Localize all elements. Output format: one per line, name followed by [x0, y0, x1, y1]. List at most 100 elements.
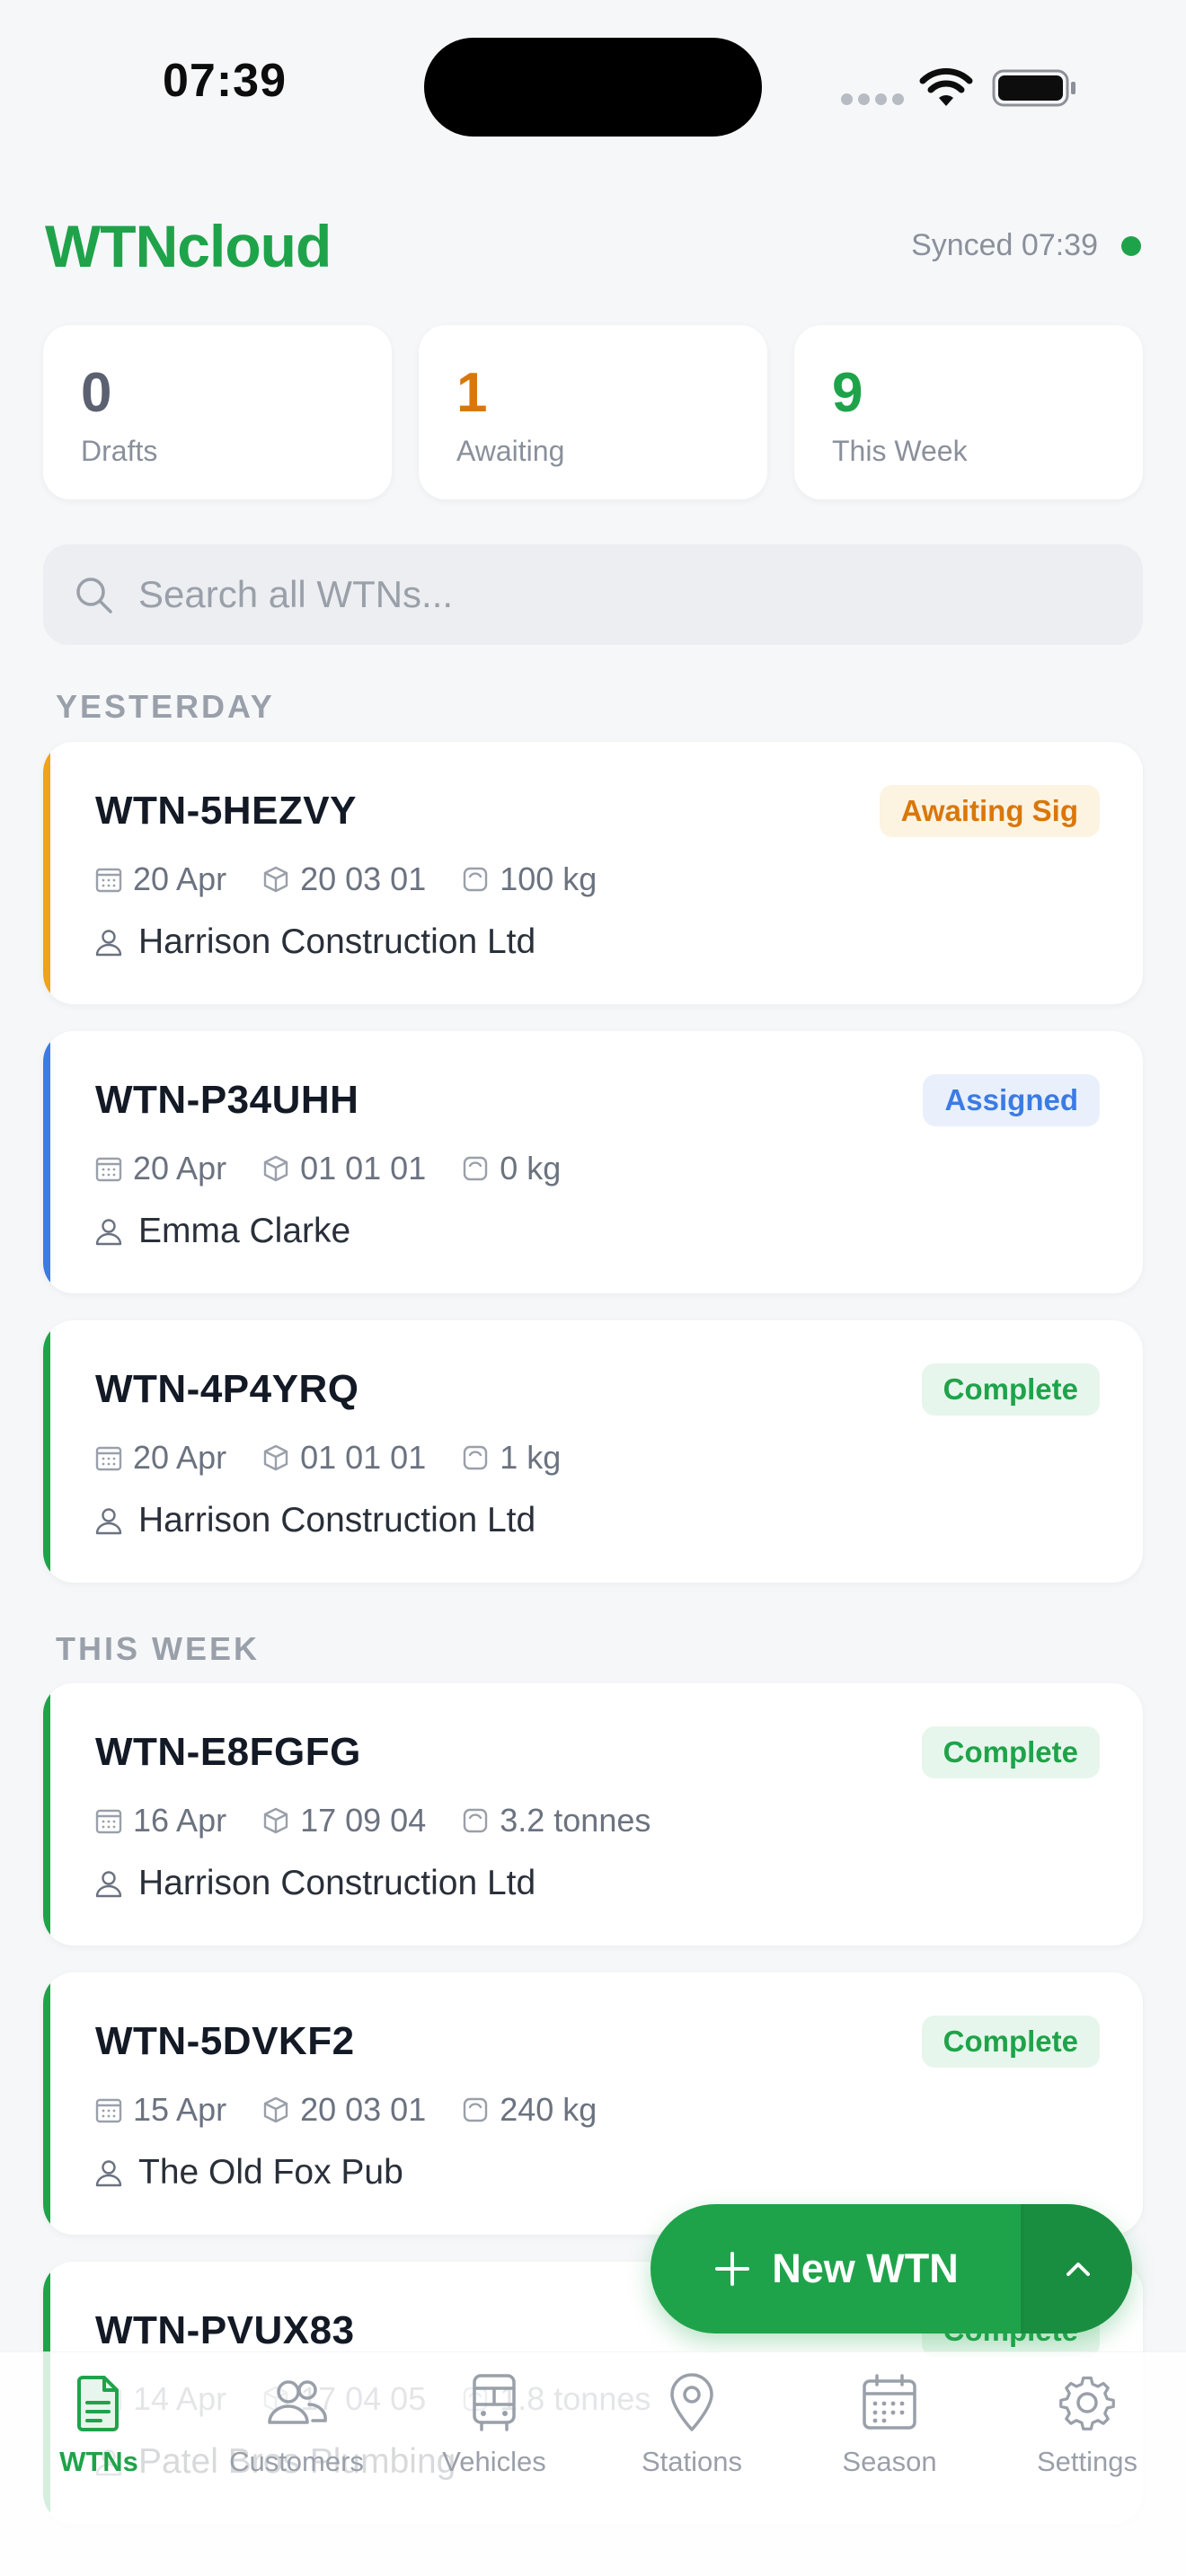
wtn-customer: Harrison Construction Ltd [93, 1861, 535, 1906]
new-wtn-button[interactable]: New WTN [651, 2204, 1021, 2333]
box-icon [263, 866, 288, 893]
stat-value: 9 [832, 362, 863, 424]
status-badge: Assigned [923, 1074, 1100, 1126]
wtn-weight-text: 0 kg [500, 1150, 562, 1187]
tab-settings[interactable]: Settings [988, 2370, 1186, 2505]
person-icon [95, 1219, 122, 1246]
calendar-icon [95, 2098, 122, 2123]
wtn-date: 20 Apr [93, 1150, 226, 1187]
wtn-waste-code-text: 01 01 01 [300, 1439, 427, 1476]
wtn-id: WTN-E8FGFG [95, 1730, 361, 1774]
status-accent-bar [43, 742, 50, 1004]
calendar-icon [95, 1446, 122, 1471]
wtn-waste-code: 17 09 04 [261, 1802, 426, 1839]
tab-label: Vehicles [442, 2446, 546, 2477]
wtn-card[interactable]: WTN-4P4YRQ Complete 20 Apr 01 01 01 1 kg Harr… [43, 1320, 1143, 1583]
wtn-card[interactable]: WTN-5HEZVY Awaiting Sig 20 Apr 20 03 01 100 … [43, 742, 1143, 1004]
tab-wtns[interactable]: WTNs [0, 2370, 198, 2505]
stat-label: This Week [832, 435, 968, 467]
calendar-icon [863, 2374, 916, 2430]
wtn-waste-code-text: 20 03 01 [300, 860, 427, 897]
wtn-waste-code: 20 03 01 [261, 2091, 426, 2129]
box-icon [263, 1444, 288, 1471]
wtn-id: WTN-5HEZVY [95, 789, 357, 833]
wtn-waste-code: 20 03 01 [261, 860, 426, 898]
wtn-waste-code-text: 17 09 04 [300, 1802, 427, 1839]
wtn-date-text: 20 Apr [133, 860, 227, 897]
status-badge: Complete [921, 2016, 1100, 2068]
wtn-card[interactable]: WTN-5DVKF2 Complete 15 Apr 20 03 01 240 kg Th… [43, 1972, 1143, 2235]
wtn-waste-code: 01 01 01 [261, 1439, 426, 1477]
stat-value: 0 [81, 362, 112, 424]
scale-icon [464, 1156, 488, 1181]
wtn-customer: Harrison Construction Ltd [93, 920, 535, 965]
tab-stations[interactable]: Stations [593, 2370, 791, 2505]
wtn-date-text: 16 Apr [133, 1802, 227, 1839]
calendar-icon [95, 1809, 122, 1834]
plus-icon [715, 2252, 750, 2286]
person-icon [95, 2160, 122, 2187]
scale-icon [464, 2097, 488, 2122]
section-header-yesterday: YESTERDAY [56, 688, 275, 725]
tab-label: Stations [641, 2446, 742, 2477]
wtn-customer-name: Harrison Construction Ltd [138, 1501, 536, 1539]
wtn-weight: 1 kg [460, 1439, 561, 1477]
tab-label: Season [842, 2446, 937, 2477]
wtn-weight-text: 3.2 tonnes [500, 1802, 651, 1839]
wtn-customer-name: Emma Clarke [138, 1212, 351, 1250]
tab-bar: WTNs Customers Vehicles Stations Season … [0, 2351, 1186, 2576]
wtn-customer: The Old Fox Pub [93, 2150, 403, 2195]
box-icon [263, 2096, 288, 2123]
gear-icon [1059, 2376, 1115, 2430]
stat-card-drafts[interactable]: 0 Drafts [43, 325, 392, 499]
sync-status: Synced 07:39 [911, 228, 1141, 263]
wtn-meta: 20 Apr 01 01 01 1 kg [93, 1437, 595, 1478]
wtn-customer: Emma Clarke [93, 1209, 350, 1254]
wtn-waste-code-text: 20 03 01 [300, 2091, 427, 2128]
wtn-card[interactable]: WTN-P34UHH Assigned 20 Apr 01 01 01 0 kg Emma… [43, 1031, 1143, 1293]
fab-expand-button[interactable] [1024, 2204, 1132, 2333]
wtn-weight: 240 kg [460, 2091, 597, 2129]
tab-label: Customers [229, 2446, 364, 2477]
scale-icon [464, 867, 488, 892]
stat-label: Drafts [81, 435, 158, 467]
wtn-id: WTN-4P4YRQ [95, 1367, 359, 1411]
wtn-weight: 0 kg [460, 1150, 561, 1187]
search-input[interactable] [138, 544, 1109, 645]
wtn-customer: Harrison Construction Ltd [93, 1498, 535, 1543]
cellular-signal-icon [841, 93, 904, 105]
wtn-meta: 20 Apr 01 01 01 0 kg [93, 1148, 595, 1189]
wtn-date: 15 Apr [93, 2091, 226, 2129]
section-header-this-week: THIS WEEK [56, 1630, 261, 1667]
status-badge: Complete [921, 1726, 1100, 1778]
wtn-date-text: 20 Apr [133, 1150, 227, 1187]
wtn-card[interactable]: WTN-E8FGFG Complete 16 Apr 17 09 04 3.2 tonn… [43, 1683, 1143, 1945]
wtn-id: WTN-5DVKF2 [95, 2019, 355, 2063]
wtn-waste-code: 01 01 01 [261, 1150, 426, 1187]
box-icon [263, 1807, 288, 1834]
scale-icon [464, 1445, 488, 1470]
tab-vehicles[interactable]: Vehicles [395, 2370, 593, 2505]
new-wtn-label: New WTN [772, 2245, 959, 2291]
wtn-meta: 20 Apr 20 03 01 100 kg [93, 859, 631, 900]
app-title: WTNcloud [45, 213, 332, 279]
wtn-weight-text: 1 kg [500, 1439, 562, 1476]
stat-card-this-week[interactable]: 9 This Week [794, 325, 1143, 499]
wtn-date: 20 Apr [93, 1439, 226, 1477]
bus-icon [473, 2374, 516, 2431]
search-icon [76, 578, 112, 613]
wtn-customer-name: Harrison Construction Ltd [138, 1864, 536, 1902]
wifi-icon [919, 67, 973, 106]
tab-customers[interactable]: Customers [198, 2370, 395, 2505]
sync-text: Synced 07:39 [911, 228, 1098, 262]
calendar-icon [95, 1157, 122, 1182]
wtn-weight: 3.2 tonnes [460, 1802, 651, 1839]
wtn-date: 20 Apr [93, 860, 226, 898]
wtn-customer-name: Harrison Construction Ltd [138, 922, 536, 961]
search-bar[interactable] [43, 544, 1143, 645]
chevron-up-icon [1067, 2263, 1090, 2276]
tab-season[interactable]: Season [791, 2370, 988, 2505]
stat-card-awaiting[interactable]: 1 Awaiting [419, 325, 767, 499]
scale-icon [464, 1808, 488, 1833]
wtn-id: WTN-P34UHH [95, 1078, 359, 1122]
